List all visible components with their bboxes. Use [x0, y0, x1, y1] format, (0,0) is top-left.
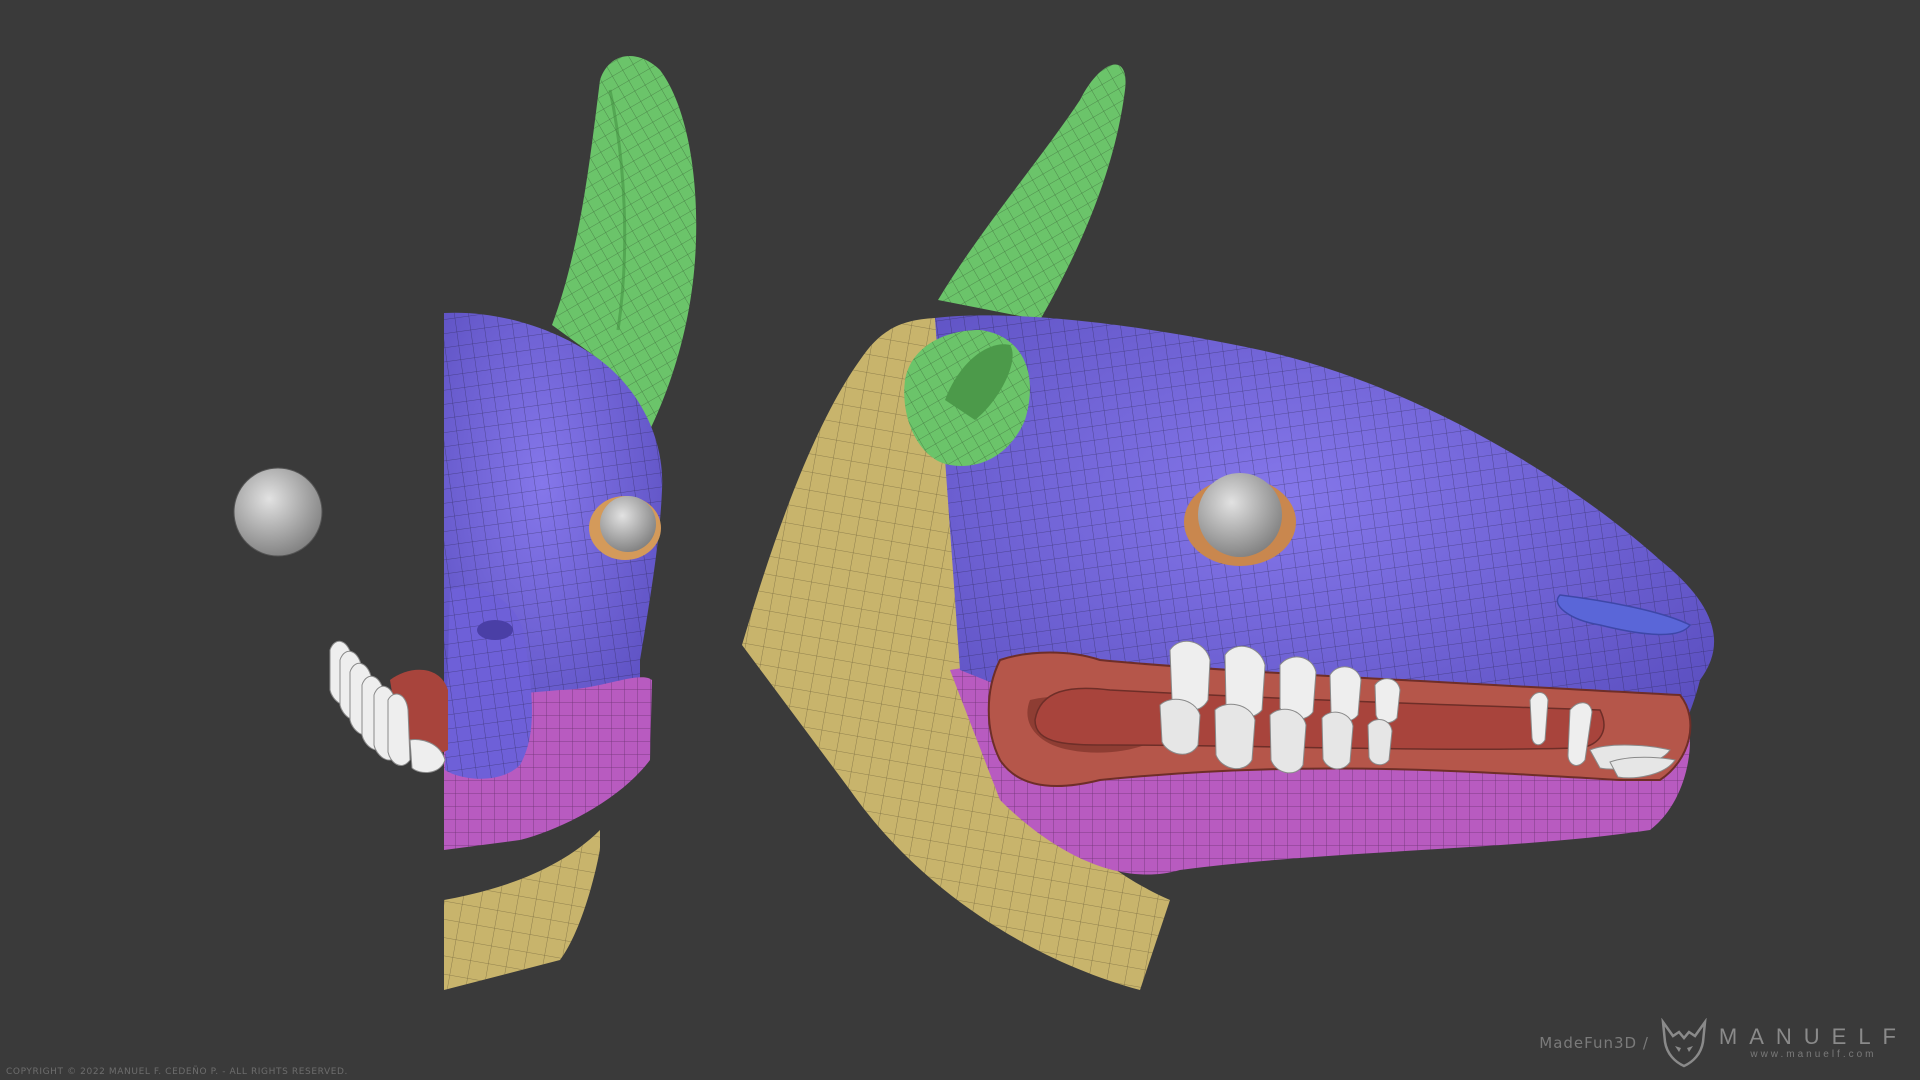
copyright-notice: COPYRIGHT © 2022 MANUEL F. CEDEÑO P. - A… — [6, 1067, 349, 1077]
modeling-viewport[interactable] — [0, 0, 1920, 1080]
side-view — [742, 64, 1715, 990]
brand-watermark: MadeFun3D / MANUELF www.manuelf.com — [1539, 1018, 1908, 1068]
front-neck — [444, 830, 600, 990]
front-view — [233, 56, 697, 990]
madefun-label: MadeFun3D / — [1539, 1034, 1649, 1052]
brand-name: MANUELF — [1718, 1024, 1908, 1049]
front-eye — [600, 496, 656, 552]
brand-url: www.manuelf.com — [1750, 1049, 1877, 1060]
horned-mask-icon — [1661, 1018, 1707, 1068]
front-eye-sphere — [233, 467, 323, 557]
side-ear — [938, 64, 1126, 320]
side-eye — [1198, 473, 1282, 557]
front-nostril — [477, 620, 513, 640]
brand-words: MANUELF www.manuelf.com — [1719, 1026, 1908, 1060]
